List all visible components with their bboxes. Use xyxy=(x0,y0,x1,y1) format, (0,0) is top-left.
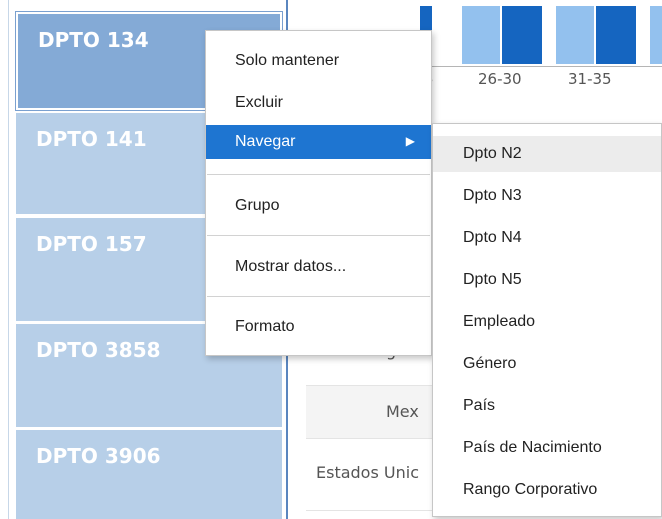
chart-bar[interactable] xyxy=(462,6,500,64)
menu-item-mostrar-datos[interactable]: Mostrar datos... xyxy=(206,250,431,284)
submenu-item-dpto-n3[interactable]: Dpto N3 xyxy=(433,178,661,214)
tile-label: DPTO 3858 xyxy=(36,338,161,362)
tile-label: DPTO 157 xyxy=(36,232,147,256)
chart-bar[interactable] xyxy=(650,6,662,64)
submenu-item-dpto-n4[interactable]: Dpto N4 xyxy=(433,220,661,256)
tick-label: 31-35 xyxy=(568,70,612,88)
menu-item-label: Solo mantener xyxy=(235,52,340,69)
menu-divider xyxy=(207,235,430,236)
submenu-item-label: Dpto N4 xyxy=(463,229,522,246)
submenu-item-empleado[interactable]: Empleado xyxy=(433,304,661,340)
submenu-item-label: País de Nacimiento xyxy=(463,439,602,456)
tile-dpto-3906[interactable]: DPTO 3906 xyxy=(16,430,282,519)
tile-label: DPTO 134 xyxy=(38,28,149,52)
submenu-item-pais-de-nacimiento[interactable]: País de Nacimiento xyxy=(433,430,661,466)
submenu-item-label: Empleado xyxy=(463,313,536,330)
menu-divider xyxy=(207,174,430,175)
submenu-item-label: País xyxy=(463,397,496,414)
tile-label: DPTO 141 xyxy=(36,127,147,151)
navigate-submenu: Dpto N2 Dpto N3 Dpto N4 Dpto N5 Empleado… xyxy=(432,123,662,517)
menu-item-formato[interactable]: Formato xyxy=(206,310,431,344)
chart-bar[interactable] xyxy=(502,6,542,64)
tick-label: 26-30 xyxy=(478,70,522,88)
submenu-item-label: Rango Corporativo xyxy=(463,481,598,498)
submenu-item-genero[interactable]: Género xyxy=(433,346,661,382)
menu-item-label: Excluir xyxy=(235,94,284,111)
submenu-item-label: Dpto N5 xyxy=(463,271,522,288)
menu-item-label: Grupo xyxy=(235,197,280,214)
chart-bar[interactable] xyxy=(556,6,594,64)
menu-divider xyxy=(207,296,430,297)
submenu-item-dpto-n5[interactable]: Dpto N5 xyxy=(433,262,661,298)
submenu-item-dpto-n2[interactable]: Dpto N2 xyxy=(433,136,661,172)
tiles-left-border xyxy=(8,0,9,519)
submenu-item-label: Dpto N2 xyxy=(463,145,522,162)
submenu-item-rango-corporativo[interactable]: Rango Corporativo xyxy=(433,472,661,508)
submenu-item-label: Género xyxy=(463,355,517,372)
table-cell: Mex xyxy=(386,402,419,421)
submenu-item-pais[interactable]: País xyxy=(433,388,661,424)
menu-item-label: Navegar xyxy=(235,133,296,150)
menu-item-excluir[interactable]: Excluir xyxy=(206,86,431,120)
menu-item-solo-mantener[interactable]: Solo mantener xyxy=(206,44,431,78)
chart-bar[interactable] xyxy=(596,6,636,64)
context-menu: Solo mantener Excluir Navegar ▶ Grupo Mo… xyxy=(205,30,432,356)
table-cell: Estados Unic xyxy=(316,463,419,482)
tile-label: DPTO 3906 xyxy=(36,444,161,468)
menu-item-label: Mostrar datos... xyxy=(235,258,347,275)
submenu-item-label: Dpto N3 xyxy=(463,187,522,204)
menu-item-label: Formato xyxy=(235,318,295,335)
menu-item-grupo[interactable]: Grupo xyxy=(206,189,431,223)
menu-item-navegar[interactable]: Navegar ▶ xyxy=(206,125,431,159)
submenu-arrow-icon: ▶ xyxy=(405,134,415,148)
